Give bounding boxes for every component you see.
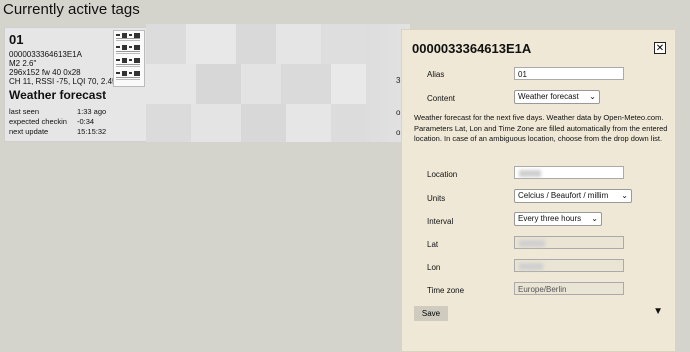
weather-preview-icon (116, 33, 140, 80)
tag-card[interactable]: 01 0000033364613E1A M2 2.6" 296x152 fw 4… (4, 27, 147, 142)
units-label: Units (427, 194, 446, 203)
interval-select[interactable]: Every three hours ⌄ (514, 212, 602, 226)
content-select-value: Weather forecast (518, 92, 579, 101)
tag-display-preview (113, 30, 145, 87)
tag-alias: 01 (9, 32, 24, 47)
expected-checkin-row: expected checkin -0:34 (9, 117, 94, 126)
tag-config-dialog: 0000033364613E1A ✕ Alias 01 Content Weat… (401, 29, 676, 352)
close-button[interactable]: ✕ (654, 42, 666, 54)
location-label: Location (427, 170, 458, 179)
background-fragment: o (396, 108, 401, 117)
tag-content-name: Weather forecast (9, 88, 107, 102)
last-seen-value: 1:33 ago (77, 107, 107, 116)
timezone-input: Europe/Berlin (514, 282, 624, 295)
tag-mac: 0000033364613E1A (9, 50, 82, 59)
lon-label: Lon (427, 263, 441, 272)
save-button[interactable]: Save (414, 306, 448, 321)
background-fragment: 3 (396, 76, 401, 85)
tag-radio-info: CH 11, RSSI -75, LQI 70, 2.45V (9, 77, 122, 86)
alias-input[interactable]: 01 (514, 67, 624, 80)
location-input[interactable] (514, 166, 624, 179)
dialog-title: 0000033364613E1A (412, 41, 532, 56)
next-update-row: next update 15:15:32 (9, 127, 106, 136)
timezone-label: Time zone (427, 286, 465, 295)
chevron-down-icon: ⌄ (589, 92, 596, 101)
background-fragment: o (396, 128, 401, 137)
content-select[interactable]: Weather forecast ⌄ (514, 90, 600, 104)
tag-resolution: 296x152 fw 40 0x28 (9, 68, 81, 77)
chevron-down-icon: ⌄ (591, 214, 598, 223)
chevron-down-icon: ⌄ (621, 191, 628, 200)
units-select-value: Celcius / Beaufort / millim (518, 191, 609, 200)
tag-model: M2 2.6" (9, 59, 37, 68)
content-description: Weather forecast for the next five days.… (414, 113, 668, 143)
interval-label: Interval (427, 217, 454, 226)
page-title: Currently active tags (3, 1, 140, 18)
lon-input (514, 259, 624, 272)
next-update-value: 15:15:32 (77, 127, 107, 136)
content-label: Content (427, 94, 456, 103)
next-update-label: next update (9, 127, 49, 136)
expected-checkin-label: expected checkin (9, 117, 67, 126)
units-select[interactable]: Celcius / Beaufort / millim ⌄ (514, 189, 632, 203)
redacted-text (519, 240, 545, 247)
triangle-down-icon[interactable]: ▼ (653, 306, 663, 317)
redacted-text (519, 170, 541, 177)
last-seen-label: last seen (9, 107, 40, 116)
interval-select-value: Every three hours (518, 214, 582, 223)
blurred-tag-area: 3 o o (146, 24, 410, 142)
expected-checkin-value: -0:34 (77, 117, 95, 126)
alias-label: Alias (427, 70, 445, 79)
lat-input (514, 236, 624, 249)
redacted-text (519, 263, 543, 270)
lat-label: Lat (427, 240, 439, 249)
last-seen-row: last seen 1:33 ago (9, 107, 106, 116)
